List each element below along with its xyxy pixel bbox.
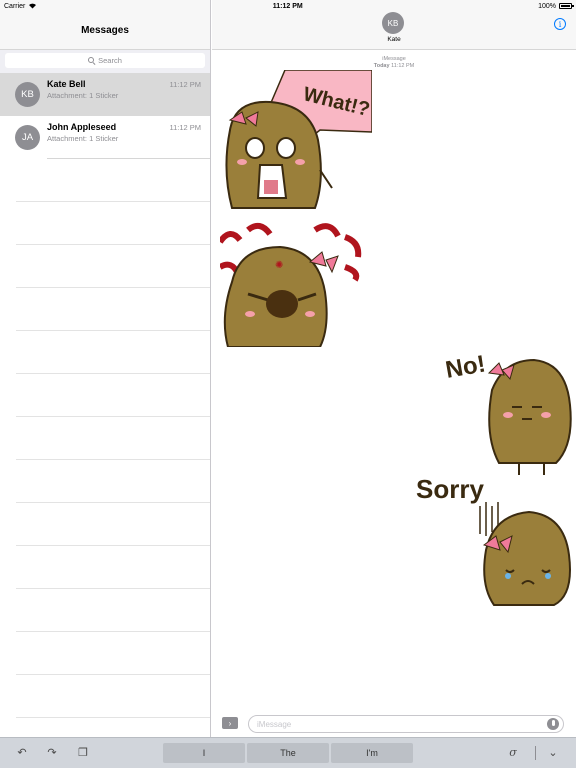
- empty-row: [16, 245, 210, 288]
- conversation-row-kate-bell[interactable]: KB Kate Bell 11:12 PM Attachment: 1 Stic…: [0, 73, 210, 116]
- contact-name[interactable]: Kate: [212, 36, 576, 43]
- search-icon: [88, 57, 95, 64]
- empty-row: [16, 374, 210, 417]
- search-input[interactable]: Search: [5, 53, 205, 68]
- service-label: iMessage: [382, 56, 406, 62]
- empty-row: [16, 202, 210, 245]
- microphone-icon[interactable]: [547, 718, 559, 730]
- empty-row: [16, 503, 210, 546]
- timestamp-time: 11:12 PM: [391, 63, 415, 69]
- empty-row: [16, 675, 210, 718]
- message-input-placeholder: iMessage: [257, 719, 292, 729]
- info-icon[interactable]: i: [554, 18, 566, 30]
- conversation-time: 11:12 PM: [169, 123, 201, 132]
- sticker-caption: Sorry: [416, 474, 484, 504]
- handwriting-icon[interactable]: σ: [507, 747, 519, 759]
- suggestion-2[interactable]: The: [247, 743, 329, 763]
- suggestion-3[interactable]: I'm: [331, 743, 413, 763]
- avatar: KB: [15, 82, 40, 107]
- keyboard-shortcut-bar: ↶ ↷ ❐ I The I'm σ ⌄: [0, 737, 576, 768]
- toolbar-divider: [535, 746, 536, 760]
- status-time: 11:12 PM: [272, 2, 303, 10]
- sticker-angry[interactable]: ✺: [217, 222, 365, 348]
- status-bar: Carrier 11:12 PM 100%: [0, 0, 576, 12]
- wifi-icon: [28, 2, 37, 11]
- sticker-sorry[interactable]: Sorry: [414, 470, 574, 608]
- contact-avatar[interactable]: KB: [382, 12, 404, 34]
- row-divider: [47, 158, 210, 159]
- empty-row: [16, 589, 210, 632]
- timestamp-day: Today: [373, 63, 390, 69]
- sticker-what[interactable]: What!?: [220, 69, 373, 210]
- avatar: JA: [15, 125, 40, 150]
- screen: Carrier 11:12 PM 100% Messages Search KB…: [0, 0, 576, 768]
- paste-icon[interactable]: ❐: [77, 747, 89, 759]
- battery-percent: 100%: [538, 2, 556, 10]
- expand-apps-button[interactable]: ›: [222, 717, 238, 729]
- empty-row: [16, 331, 210, 374]
- message-timestamp: iMessage Today 11:12 PM: [212, 56, 576, 70]
- sidebar-title: Messages: [81, 25, 129, 36]
- suggestion-1[interactable]: I: [163, 743, 245, 763]
- conversation-sidebar: Messages Search KB Kate Bell 11:12 PM At…: [0, 0, 211, 737]
- undo-icon[interactable]: ↶: [16, 747, 28, 759]
- empty-row: [16, 288, 210, 331]
- empty-row: [16, 546, 210, 589]
- search-bar: Search: [0, 50, 210, 73]
- svg-text:✺: ✺: [275, 260, 283, 271]
- chevron-down-icon[interactable]: ⌄: [547, 747, 559, 759]
- conversation-time: 11:12 PM: [169, 80, 201, 89]
- empty-list-area: [0, 159, 210, 718]
- conversation-pane: KB Kate i iMessage Today 11:12 PM What!?: [212, 0, 576, 737]
- message-input[interactable]: iMessage: [248, 715, 564, 733]
- empty-row: [16, 417, 210, 460]
- empty-row: [16, 159, 210, 202]
- carrier-label: Carrier: [4, 2, 26, 10]
- search-placeholder: Search: [98, 56, 122, 65]
- empty-row: [16, 460, 210, 503]
- sticker-no[interactable]: No!: [443, 345, 574, 477]
- empty-row: [16, 632, 210, 675]
- sticker-caption: No!: [444, 350, 488, 384]
- redo-icon[interactable]: ↷: [46, 747, 58, 759]
- conversation-row-john-appleseed[interactable]: JA John Appleseed 11:12 PM Attachment: 1…: [0, 116, 210, 159]
- message-composer: › iMessage: [212, 712, 576, 737]
- battery-icon: [558, 3, 574, 9]
- conversation-preview: Attachment: 1 Sticker: [47, 134, 119, 143]
- conversation-preview: Attachment: 1 Sticker: [47, 91, 119, 100]
